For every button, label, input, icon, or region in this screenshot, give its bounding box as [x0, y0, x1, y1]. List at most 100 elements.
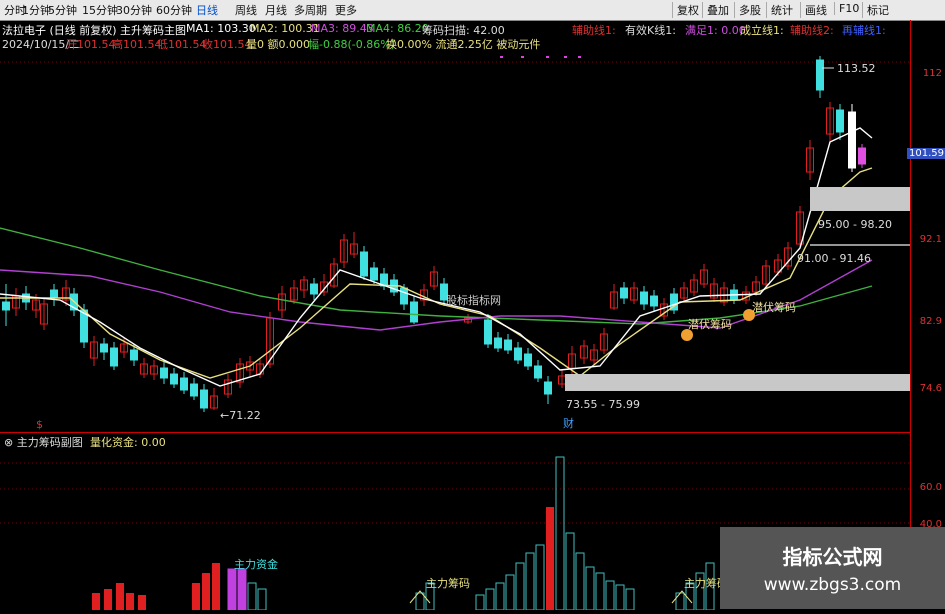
- price-axis-label: 101.59: [907, 148, 945, 159]
- fund-bar: [92, 593, 100, 610]
- toolbar-action-1[interactable]: 叠加: [702, 2, 733, 18]
- marker-dot: [521, 56, 524, 58]
- watermark-url: www.zbgs3.com: [763, 575, 902, 595]
- toolbar-period-8[interactable]: 月线: [265, 2, 287, 18]
- tag-reaux: 再辅线1:: [842, 24, 886, 37]
- ma4-line: [0, 227, 873, 325]
- toolbar-period-3[interactable]: 15分钟: [82, 2, 118, 18]
- ma4-value: MA4: 86.20: [366, 22, 429, 35]
- candle-body: [484, 319, 492, 345]
- site-watermark: 指标公式网 www.zbgs3.com: [720, 527, 945, 609]
- price-axis-label: 92.1: [919, 234, 942, 245]
- latent-label-1: 潜伏筹码: [688, 317, 732, 331]
- watermark-title: 指标公式网: [782, 545, 883, 569]
- sub-chart-title: ⊗ 主力筹码副图: [4, 435, 83, 449]
- sub-label-chip-1: 主力筹码: [426, 576, 470, 590]
- candle-body: [848, 111, 856, 169]
- toolbar-period-5[interactable]: 60分钟: [156, 2, 192, 18]
- candle-body: [544, 381, 552, 395]
- candle-body: [400, 287, 408, 305]
- fund-bar: [515, 562, 525, 611]
- fund-bar: [595, 572, 605, 611]
- candle-body: [170, 373, 178, 385]
- toolbar-period-1[interactable]: 1分钟: [22, 2, 51, 18]
- candle-body: [410, 301, 418, 323]
- candle-body: [50, 289, 58, 299]
- candle-body: [200, 389, 208, 409]
- tag-satisfy: 满足1: 0.00: [685, 24, 746, 37]
- chart-header: 法拉电子 (日线 前复权) 主升筹码主图 MA1: 103.30 MA2: 10…: [0, 20, 945, 51]
- marker-dot: [500, 56, 503, 58]
- toolbar-action-4[interactable]: 画线: [800, 2, 831, 18]
- fund-bar: [247, 582, 257, 611]
- marker-dot: [564, 56, 567, 58]
- fund-bar: [565, 532, 575, 611]
- chip-range-high: 95.00 - 98.20: [818, 218, 892, 231]
- toolbar-period-2[interactable]: 5分钟: [48, 2, 77, 18]
- candle-body: [524, 353, 532, 367]
- candle-body: [534, 365, 542, 379]
- candle-body: [2, 301, 10, 311]
- fund-bar: [555, 456, 565, 611]
- toolbar-period-9[interactable]: 多周期: [294, 2, 327, 18]
- high-price-label: 113.52: [837, 62, 876, 75]
- fund-bar: [525, 552, 535, 611]
- marker-dot: [546, 56, 549, 58]
- fund-bar: [104, 589, 112, 610]
- sub-axis-label: 60.0: [919, 482, 942, 493]
- ma3-value: MA3: 89.43: [311, 22, 374, 35]
- toolbar-period-6[interactable]: 日线: [196, 2, 218, 18]
- toolbar-action-3[interactable]: 统计: [766, 2, 797, 18]
- candle-body: [620, 287, 628, 299]
- fund-bar: [535, 544, 545, 611]
- toolbar-period-7[interactable]: 周线: [235, 2, 257, 18]
- fund-bar: [575, 552, 585, 611]
- candle-body: [640, 291, 648, 305]
- tag-aux1: 辅助线1:: [572, 24, 616, 37]
- fund-bar: [546, 507, 554, 610]
- fund-bar: [202, 573, 210, 610]
- fund-bar: [116, 583, 124, 610]
- fund-bar: [227, 568, 237, 611]
- candle-body: [110, 347, 118, 367]
- candle-body: [836, 109, 844, 133]
- sub-chart-value: 量化资金: 0.00: [90, 435, 166, 449]
- fund-bar: [485, 588, 495, 611]
- candle-body: [816, 59, 824, 91]
- candle-body: [650, 295, 658, 307]
- candlestick-chart[interactable]: 113.52 ←71.22 73.55 - 75.99 91.00 - 91.46 95…: [0, 48, 910, 432]
- toolbar-period-10[interactable]: 更多: [335, 2, 357, 18]
- tag-valid-k: 有效K线1:: [625, 24, 676, 37]
- candle-body: [180, 377, 188, 391]
- fund-bar: [475, 594, 485, 611]
- candle-body: [370, 267, 378, 281]
- inline-watermark: 股标指标网: [446, 293, 501, 307]
- toolbar-action-5[interactable]: F10: [834, 2, 863, 15]
- mark-cai: 财: [563, 416, 574, 430]
- fund-bar: [605, 580, 615, 611]
- candle-body: [858, 147, 866, 165]
- candle-body: [360, 251, 368, 277]
- candle-body: [130, 349, 138, 361]
- candle-body: [190, 383, 198, 397]
- fund-bar: [495, 582, 505, 611]
- chip-range-mid: 91.00 - 91.46: [797, 252, 871, 265]
- fund-bar: [625, 588, 635, 611]
- toolbar-period-4[interactable]: 30分钟: [116, 2, 152, 18]
- ma1-value: MA1: 103.30: [186, 22, 256, 35]
- candle-body: [494, 337, 502, 349]
- chip-zone-high: [810, 187, 910, 211]
- fund-bar: [615, 584, 625, 611]
- fund-bar: [237, 568, 247, 611]
- toolbar-action-2[interactable]: 多股: [734, 2, 765, 18]
- fund-bar: [505, 574, 515, 611]
- marker-dot: [578, 56, 581, 58]
- toolbar-action-0[interactable]: 复权: [672, 2, 703, 18]
- toolbar-action-6[interactable]: 标记: [862, 2, 893, 18]
- tag-aux2: 辅助线2:: [790, 24, 834, 37]
- mark-s: $: [36, 418, 43, 431]
- ma2-value: MA2: 100.31: [250, 22, 320, 35]
- price-axis-label: 74.6: [919, 383, 942, 394]
- low-price-label: ←71.22: [220, 409, 261, 422]
- fund-bar: [126, 593, 134, 610]
